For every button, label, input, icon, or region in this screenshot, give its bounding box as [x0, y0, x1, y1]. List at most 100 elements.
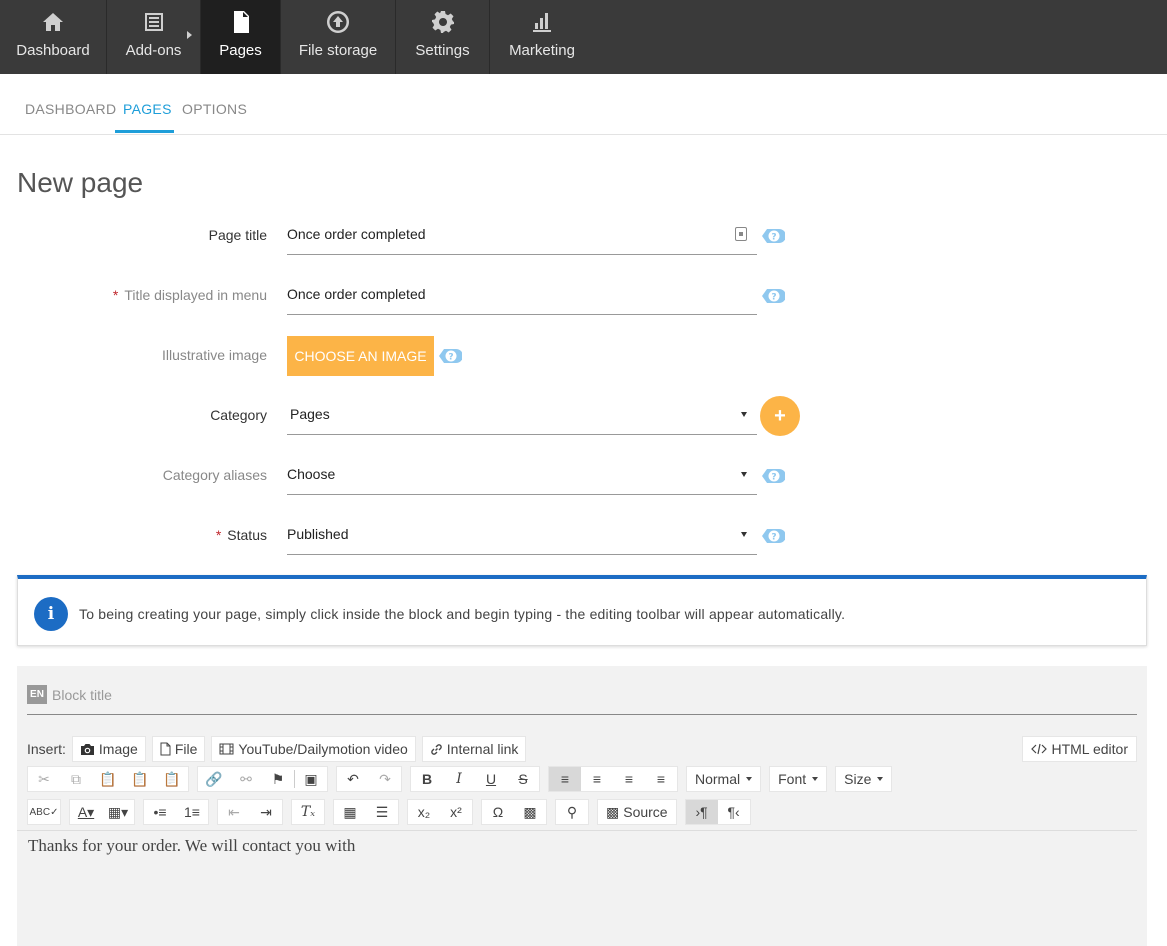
tab-pages[interactable]: PAGES: [123, 101, 172, 117]
tab-dashboard[interactable]: DASHBOARD: [25, 101, 116, 117]
editor-content-area[interactable]: Thanks for your order. We will contact y…: [17, 830, 1137, 946]
status-select[interactable]: Published: [287, 515, 757, 555]
clear-format-group: Tₓ: [291, 799, 325, 825]
iframe-icon[interactable]: ▩: [514, 800, 546, 824]
indent-icon[interactable]: ⇥: [250, 800, 282, 824]
link-icon[interactable]: 🔗: [198, 767, 230, 791]
table-icon[interactable]: ▦: [334, 800, 366, 824]
nav-marketing[interactable]: Marketing: [490, 0, 594, 74]
remove-format-icon[interactable]: Tₓ: [292, 800, 324, 824]
top-navigation: Dashboard Add-ons Pages File storage Set…: [0, 0, 1167, 74]
nav-marketing-label: Marketing: [509, 42, 575, 59]
aliases-label: Category aliases: [162, 467, 267, 483]
subscript-icon[interactable]: x₂: [408, 800, 440, 824]
tab-options[interactable]: OPTIONS: [182, 101, 247, 117]
nav-addons-label: Add-ons: [125, 42, 182, 59]
undo-icon[interactable]: ↶: [337, 767, 369, 791]
horizontal-rule-icon[interactable]: ☰: [366, 800, 398, 824]
insert-video-label: YouTube/Dailymotion video: [238, 741, 408, 757]
rtl-icon[interactable]: ¶‹: [718, 800, 750, 824]
translate-icon[interactable]: [735, 227, 747, 241]
content-editor: EN Block title Insert: Image File YouTub…: [17, 666, 1147, 946]
file-icon: [160, 742, 171, 756]
size-select[interactable]: Size: [835, 766, 893, 792]
image-icon[interactable]: ▣: [295, 767, 327, 791]
preview-icon[interactable]: ⚲: [556, 800, 588, 824]
align-left-icon[interactable]: ≡: [549, 767, 581, 791]
svg-text:?: ?: [448, 353, 453, 363]
cut-icon[interactable]: ✂: [28, 767, 60, 791]
category-label: Category: [210, 407, 267, 423]
list-group: •≡ 1≡: [143, 799, 209, 825]
html-editor-button[interactable]: HTML editor: [1022, 736, 1137, 762]
block-title-input[interactable]: EN Block title: [27, 685, 1137, 715]
menu-title-input[interactable]: Once order completed: [287, 275, 757, 315]
nav-dashboard[interactable]: Dashboard: [0, 0, 107, 74]
anchor-flag-icon[interactable]: ⚑: [262, 767, 294, 791]
insert-video-button[interactable]: YouTube/Dailymotion video: [211, 736, 416, 762]
outdent-icon[interactable]: ⇤: [218, 800, 250, 824]
page-title-label: Page title: [208, 227, 267, 243]
nav-addons[interactable]: Add-ons: [107, 0, 201, 74]
aliases-select[interactable]: Choose: [287, 455, 757, 495]
format-select[interactable]: Normal: [686, 766, 762, 792]
svg-text:?: ?: [771, 233, 776, 243]
help-icon[interactable]: ?: [761, 226, 785, 246]
code-icon: [1031, 743, 1048, 755]
format-toolbar-row-1: ✂ ⧉ 📋 📋 📋 🔗 ⚯ ⚑ ▣ ↶ ↷ B I U S ≡ ≡ ≡ ≡ No…: [27, 766, 900, 792]
nav-file-storage[interactable]: File storage: [281, 0, 396, 74]
category-select[interactable]: Pages: [287, 395, 757, 435]
help-icon[interactable]: ?: [761, 286, 785, 306]
page-icon: [233, 11, 249, 33]
spellcheck-icon[interactable]: ABC✓: [28, 800, 60, 824]
paste-word-icon[interactable]: 📋: [156, 767, 188, 791]
help-icon[interactable]: ?: [438, 346, 462, 366]
paste-icon[interactable]: 📋: [92, 767, 124, 791]
add-category-button[interactable]: +: [760, 396, 800, 436]
copy-icon[interactable]: ⧉: [60, 767, 92, 791]
insert-link-button[interactable]: Internal link: [421, 736, 527, 762]
help-icon[interactable]: ?: [761, 466, 785, 486]
nav-pages[interactable]: Pages: [201, 0, 281, 74]
font-select[interactable]: Font: [769, 766, 828, 792]
align-center-icon[interactable]: ≡: [581, 767, 613, 791]
choose-image-button[interactable]: CHOOSE AN IMAGE: [287, 336, 434, 376]
align-justify-icon[interactable]: ≡: [645, 767, 677, 791]
size-select-value: Size: [844, 771, 872, 787]
special-char-icon[interactable]: Ω: [482, 800, 514, 824]
page-title-input[interactable]: Once order completed: [287, 215, 757, 255]
html-editor-label: HTML editor: [1051, 741, 1128, 757]
insert-file-button[interactable]: File: [151, 736, 206, 762]
category-value: Pages: [290, 406, 330, 422]
bold-icon[interactable]: B: [411, 767, 443, 791]
upload-icon: [327, 11, 350, 33]
underline-icon[interactable]: U: [475, 767, 507, 791]
insert-image-button[interactable]: Image: [71, 736, 146, 762]
source-button[interactable]: ▩ Source: [597, 799, 677, 825]
camera-icon: [80, 743, 94, 755]
numbered-list-icon[interactable]: 1≡: [176, 800, 208, 824]
format-select-value: Normal: [695, 771, 741, 787]
link-group: 🔗 ⚯ ⚑ ▣: [197, 766, 328, 792]
strikethrough-icon[interactable]: S: [507, 767, 539, 791]
info-text: To being creating your page, simply clic…: [79, 606, 846, 622]
insert-toolbar: Insert: Image File YouTube/Dailymotion v…: [27, 736, 532, 762]
indent-group: ⇤ ⇥: [217, 799, 283, 825]
chevron-down-icon: [741, 472, 747, 477]
image-label: Illustrative image: [161, 347, 267, 363]
align-right-icon[interactable]: ≡: [613, 767, 645, 791]
italic-icon[interactable]: I: [443, 767, 475, 791]
redo-icon[interactable]: ↷: [369, 767, 401, 791]
paste-text-icon[interactable]: 📋: [124, 767, 156, 791]
ltr-icon[interactable]: ›¶: [685, 800, 718, 824]
unlink-icon[interactable]: ⚯: [230, 767, 262, 791]
text-color-icon[interactable]: A▾: [70, 800, 102, 824]
status-value: Published: [287, 526, 349, 542]
bulleted-list-icon[interactable]: •≡: [144, 800, 176, 824]
insert-label: Insert:: [27, 741, 66, 757]
help-icon[interactable]: ?: [761, 526, 785, 546]
superscript-icon[interactable]: x²: [440, 800, 472, 824]
nav-settings[interactable]: Settings: [396, 0, 490, 74]
nav-settings-label: Settings: [415, 42, 470, 59]
background-color-icon[interactable]: ▦▾: [102, 800, 134, 824]
